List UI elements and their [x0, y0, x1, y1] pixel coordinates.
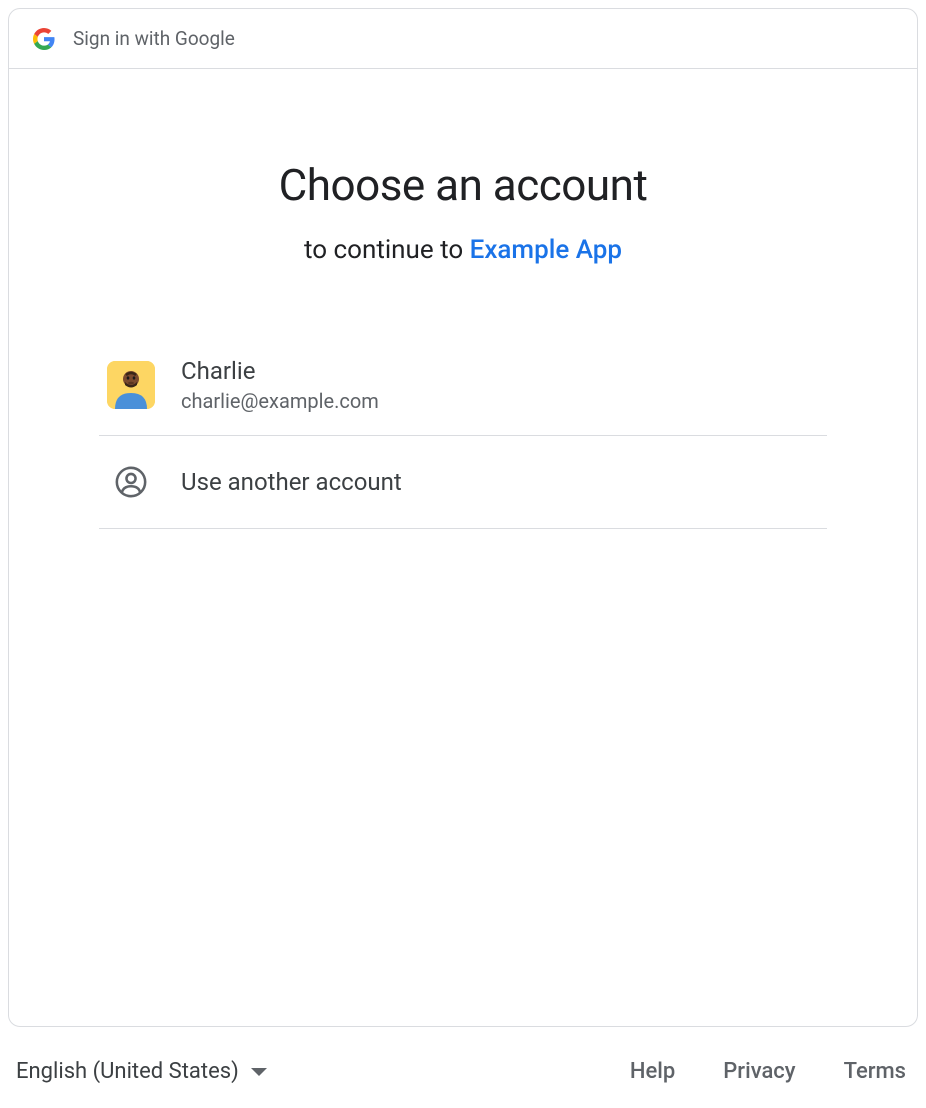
avatar: [107, 361, 155, 409]
terms-link[interactable]: Terms: [844, 1059, 906, 1084]
privacy-link[interactable]: Privacy: [723, 1059, 795, 1084]
card-body: Choose an account to continue to Example…: [9, 69, 917, 569]
signin-card: Sign in with Google Choose an account to…: [8, 8, 918, 1027]
footer-links: Help Privacy Terms: [630, 1059, 906, 1084]
use-another-account-button[interactable]: Use another account: [99, 436, 827, 529]
page-title: Choose an account: [49, 159, 877, 211]
person-icon: [107, 458, 155, 506]
page-subtitle: to continue to Example App: [49, 235, 877, 265]
subtitle-prefix: to continue to: [304, 235, 470, 265]
google-logo-icon: [33, 28, 55, 50]
account-item-charlie[interactable]: Charlie charlie@example.com: [99, 335, 827, 436]
app-name-link[interactable]: Example App: [470, 235, 622, 265]
account-name: Charlie: [181, 357, 379, 385]
language-label: English (United States): [16, 1059, 239, 1084]
account-info: Charlie charlie@example.com: [181, 357, 379, 413]
footer: English (United States) Help Privacy Ter…: [0, 1035, 926, 1108]
language-selector[interactable]: English (United States): [16, 1059, 267, 1084]
header-title: Sign in with Google: [73, 27, 235, 50]
card-header: Sign in with Google: [9, 9, 917, 69]
another-account-label: Use another account: [181, 468, 402, 496]
help-link[interactable]: Help: [630, 1059, 675, 1084]
chevron-down-icon: [251, 1068, 267, 1076]
account-email: charlie@example.com: [181, 389, 379, 413]
account-list: Charlie charlie@example.com Use another …: [99, 335, 827, 529]
